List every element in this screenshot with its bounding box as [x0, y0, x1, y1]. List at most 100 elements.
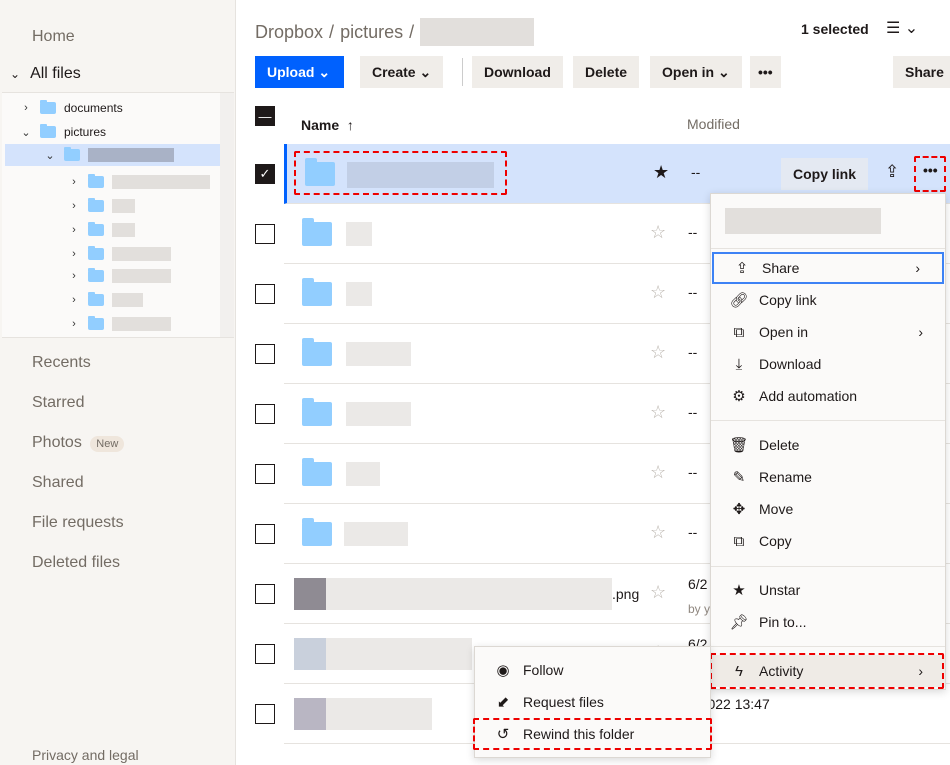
row-checkbox[interactable]: [255, 704, 275, 724]
nav-recents[interactable]: Recents: [32, 354, 91, 372]
highlight-more-button: [914, 156, 946, 192]
folder-icon: [302, 458, 332, 486]
modified-value: --: [688, 464, 698, 480]
star-outline-icon[interactable]: ☆: [650, 222, 666, 243]
star-filled-icon[interactable]: ★: [653, 162, 669, 183]
modified-by: by y: [688, 602, 711, 616]
modified-value: --: [688, 404, 698, 420]
nav-deleted-files[interactable]: Deleted files: [32, 554, 120, 572]
folder-icon: [88, 246, 104, 260]
menu-item-copy[interactable]: ⧉ Copy: [711, 525, 945, 557]
chevron-down-icon: ⌄: [10, 67, 21, 81]
tree-item-pictures[interactable]: ⌄ pictures: [18, 121, 106, 143]
star-outline-icon[interactable]: ☆: [650, 462, 666, 483]
highlight-activity: [710, 653, 944, 689]
nav-photos[interactable]: Photos New: [32, 434, 125, 452]
modified-value: 6/2: [688, 576, 708, 592]
highlight-selected-folder: [294, 151, 507, 195]
row-checkbox[interactable]: [255, 584, 275, 604]
tree-scrollbar[interactable]: [220, 93, 234, 337]
tree-item[interactable]: ›: [66, 243, 171, 265]
redacted-name: [725, 208, 881, 234]
menu-item-download[interactable]: ⤓ Download: [711, 348, 945, 380]
row-checkbox[interactable]: [255, 464, 275, 484]
row-checkbox[interactable]: [255, 284, 275, 304]
star-outline-icon[interactable]: ☆: [650, 282, 666, 303]
rename-icon: ✎: [732, 469, 746, 486]
image-thumbnail-redacted: [294, 638, 472, 670]
star-outline-icon[interactable]: ☆: [650, 522, 666, 543]
menu-item-open-in[interactable]: ⧉ Open in ›: [711, 316, 945, 348]
privacy-link[interactable]: Privacy and legal: [32, 747, 139, 763]
folder-icon: [302, 518, 332, 546]
menu-item-delete[interactable]: 🗑︎ Delete: [711, 429, 945, 461]
redacted-name: [346, 222, 372, 246]
row-checkbox[interactable]: [255, 404, 275, 424]
modified-value: --: [688, 284, 698, 300]
tree-item[interactable]: ›: [66, 289, 143, 311]
row-checkbox[interactable]: [255, 224, 275, 244]
nav-home[interactable]: Home: [32, 28, 75, 46]
row-checkbox[interactable]: [255, 524, 275, 544]
open-external-icon: ⧉: [733, 323, 745, 341]
folder-icon: [302, 278, 332, 306]
star-outline-icon[interactable]: ☆: [650, 402, 666, 423]
nav-all-files[interactable]: ⌄ All files: [10, 65, 81, 83]
row-checkbox[interactable]: [255, 644, 275, 664]
tree-item[interactable]: ›: [66, 219, 135, 241]
chevron-right-icon: ›: [915, 260, 920, 276]
nav-shared[interactable]: Shared: [32, 474, 84, 492]
trash-icon: 🗑︎: [729, 437, 749, 454]
star-outline-icon[interactable]: ☆: [650, 582, 666, 603]
folder-icon: [88, 268, 104, 282]
folder-icon: [40, 100, 56, 114]
tree-item-selected-folder[interactable]: ⌄: [5, 144, 220, 166]
new-badge: New: [90, 436, 125, 452]
highlight-rewind: [473, 718, 712, 750]
chevron-right-icon: ›: [24, 102, 28, 114]
folder-icon: [302, 398, 332, 426]
redacted-name: [346, 342, 411, 366]
menu-item-unstar[interactable]: ★ Unstar: [711, 574, 945, 606]
tree-item[interactable]: ›: [66, 195, 135, 217]
star-filled-icon: ★: [732, 582, 746, 599]
folder-icon: [88, 198, 104, 212]
star-outline-icon[interactable]: ☆: [650, 342, 666, 363]
share-icon[interactable]: ⇪: [885, 162, 899, 182]
menu-item-share[interactable]: ⇪ Share ›: [712, 252, 944, 284]
tree-item[interactable]: ›: [66, 313, 171, 335]
image-thumbnail-redacted: [294, 578, 612, 610]
tree-item[interactable]: ›: [66, 265, 171, 287]
file-extension: .png: [612, 586, 640, 602]
copy-icon: ⧉: [733, 532, 745, 550]
menu-item-copy-link[interactable]: 🔗︎ Copy link: [711, 284, 945, 316]
folder-icon: [88, 292, 104, 306]
context-menu: ⇪ Share › 🔗︎ Copy link ⧉ Open in › ⤓ Download …: [710, 193, 946, 690]
folder-icon: [64, 147, 80, 161]
menu-item-pin-to[interactable]: 📌︎ Pin to...: [711, 606, 945, 638]
folder-icon: [40, 124, 56, 138]
nav-starred[interactable]: Starred: [32, 394, 84, 412]
redacted-name: [346, 402, 411, 426]
folder-icon: [302, 338, 332, 366]
submenu-item-follow[interactable]: ◉ Follow: [475, 654, 710, 686]
copy-link-button[interactable]: Copy link: [781, 158, 869, 190]
link-icon: 🔗︎: [729, 292, 749, 309]
sidebar: Home ⌄ All files › documents ⌄ pictures ⌄ ›…: [0, 0, 236, 765]
tree-item[interactable]: ›: [66, 171, 210, 193]
folder-icon: [88, 174, 104, 188]
modified-value: --: [691, 164, 701, 180]
row-checkbox[interactable]: ✓: [255, 164, 275, 184]
row-checkbox[interactable]: [255, 344, 275, 364]
tree-item-documents[interactable]: › documents: [18, 97, 123, 119]
submenu-item-request-files[interactable]: ⬋ Request files: [475, 686, 710, 718]
folder-icon: [88, 316, 104, 330]
menu-item-rename[interactable]: ✎ Rename: [711, 461, 945, 493]
nav-file-requests[interactable]: File requests: [32, 514, 124, 532]
menu-item-add-automation[interactable]: ⚙ Add automation: [711, 380, 945, 412]
chevron-down-icon: ⌄: [21, 126, 31, 139]
menu-item-move[interactable]: ✥ Move: [711, 493, 945, 525]
folder-tree: › documents ⌄ pictures ⌄ › › › › › › ›: [2, 92, 234, 338]
image-thumbnail-redacted: [294, 698, 432, 730]
redacted-name: [346, 282, 372, 306]
